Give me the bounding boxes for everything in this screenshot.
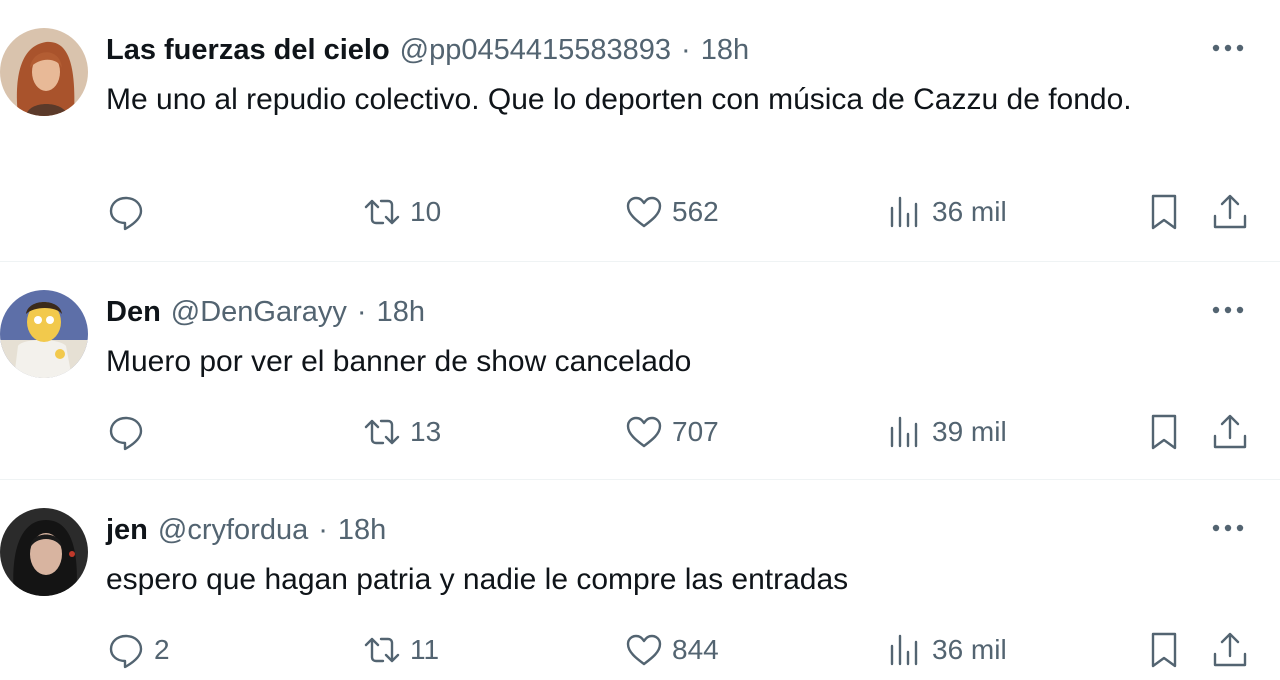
retweet-count: 13 bbox=[410, 416, 442, 447]
bookmark-icon bbox=[1151, 194, 1177, 230]
display-name[interactable]: Las fuerzas del cielo bbox=[106, 34, 390, 67]
share-button[interactable] bbox=[1210, 630, 1250, 670]
views-button[interactable]: 39 mil bbox=[884, 412, 1007, 452]
views-count: 36 mil bbox=[932, 634, 1007, 665]
separator-dot: · bbox=[318, 513, 328, 546]
user-handle[interactable]: @cryfordua bbox=[158, 514, 308, 547]
tweet-header: Las fuerzas del cielo @pp0454415583893 ·… bbox=[106, 30, 749, 70]
more-button[interactable] bbox=[1210, 510, 1246, 546]
heart-icon bbox=[626, 634, 662, 666]
tweet-text: Me uno al repudio colectivo. Que lo depo… bbox=[106, 83, 1132, 116]
avatar[interactable] bbox=[0, 28, 88, 116]
avatar-image bbox=[0, 508, 88, 596]
retweet-icon bbox=[364, 637, 400, 663]
heart-icon bbox=[626, 416, 662, 448]
reply-button[interactable]: 2 bbox=[106, 630, 170, 670]
tweet[interactable]: Las fuerzas del cielo @pp0454415583893 ·… bbox=[0, 0, 1280, 262]
action-bar: 2 11 844 36 mil bbox=[106, 630, 1280, 670]
timestamp[interactable]: 18h bbox=[377, 296, 425, 329]
views-button[interactable]: 36 mil bbox=[884, 630, 1007, 670]
separator-dot: · bbox=[356, 295, 367, 328]
views-icon bbox=[890, 416, 918, 448]
more-icon bbox=[1212, 306, 1244, 314]
avatar-image bbox=[0, 290, 88, 378]
tweet-header: jen @cryfordua · 18h bbox=[106, 510, 386, 550]
share-button[interactable] bbox=[1210, 192, 1250, 232]
reply-feed: Las fuerzas del cielo @pp0454415583893 ·… bbox=[0, 0, 1280, 680]
like-button[interactable]: 844 bbox=[624, 630, 719, 670]
like-button[interactable]: 562 bbox=[624, 192, 719, 232]
timestamp[interactable]: 18h bbox=[338, 514, 386, 547]
more-icon bbox=[1212, 44, 1244, 52]
share-icon bbox=[1213, 414, 1247, 449]
retweet-count: 10 bbox=[410, 196, 442, 227]
tweet[interactable]: jen @cryfordua · 18h espero que hagan pa… bbox=[0, 480, 1280, 680]
action-bar: 10 562 36 mil bbox=[106, 192, 1280, 232]
retweet-button[interactable]: 10 bbox=[362, 192, 441, 232]
reply-icon bbox=[109, 196, 143, 231]
like-count: 707 bbox=[672, 416, 719, 447]
reply-count: 2 bbox=[154, 634, 170, 665]
bookmark-icon bbox=[1151, 414, 1177, 450]
like-button[interactable]: 707 bbox=[624, 412, 719, 452]
avatar[interactable] bbox=[0, 508, 88, 596]
like-count: 562 bbox=[672, 196, 719, 227]
views-icon bbox=[890, 196, 918, 228]
views-count: 39 mil bbox=[932, 416, 1007, 447]
more-icon bbox=[1212, 524, 1244, 532]
user-handle[interactable]: @pp0454415583893 bbox=[400, 34, 671, 67]
retweet-button[interactable]: 11 bbox=[362, 630, 439, 670]
views-icon bbox=[890, 634, 918, 666]
share-button[interactable] bbox=[1210, 412, 1250, 452]
user-handle[interactable]: @DenGarayy bbox=[171, 296, 347, 329]
avatar[interactable] bbox=[0, 290, 88, 378]
tweet-text: Muero por ver el banner de show cancelad… bbox=[106, 345, 692, 378]
reply-button[interactable] bbox=[106, 412, 154, 452]
reply-button[interactable] bbox=[106, 192, 154, 232]
reply-icon bbox=[109, 416, 143, 451]
views-count: 36 mil bbox=[932, 196, 1007, 227]
bookmark-icon bbox=[1151, 632, 1177, 668]
timestamp[interactable]: 18h bbox=[701, 34, 749, 67]
views-button[interactable]: 36 mil bbox=[884, 192, 1007, 232]
tweet[interactable]: Den @DenGarayy · 18h Muero por ver el ba… bbox=[0, 262, 1280, 480]
tweet-text: espero que hagan patria y nadie le compr… bbox=[106, 563, 849, 596]
separator-dot: · bbox=[681, 33, 691, 66]
bookmark-button[interactable] bbox=[1144, 192, 1184, 232]
display-name[interactable]: jen bbox=[106, 514, 148, 547]
retweet-icon bbox=[364, 199, 400, 225]
avatar-image bbox=[0, 28, 88, 116]
more-button[interactable] bbox=[1210, 30, 1246, 66]
reply-icon bbox=[109, 634, 143, 669]
retweet-button[interactable]: 13 bbox=[362, 412, 441, 452]
retweet-count: 11 bbox=[410, 634, 440, 665]
like-count: 844 bbox=[672, 634, 719, 665]
bookmark-button[interactable] bbox=[1144, 630, 1184, 670]
action-bar: 13 707 39 mil bbox=[106, 412, 1280, 452]
more-button[interactable] bbox=[1210, 292, 1246, 328]
display-name[interactable]: Den bbox=[106, 296, 161, 329]
share-icon bbox=[1213, 632, 1247, 667]
bookmark-button[interactable] bbox=[1144, 412, 1184, 452]
retweet-icon bbox=[364, 419, 400, 445]
share-icon bbox=[1213, 194, 1247, 229]
tweet-header: Den @DenGarayy · 18h bbox=[106, 292, 425, 332]
heart-icon bbox=[626, 196, 662, 228]
